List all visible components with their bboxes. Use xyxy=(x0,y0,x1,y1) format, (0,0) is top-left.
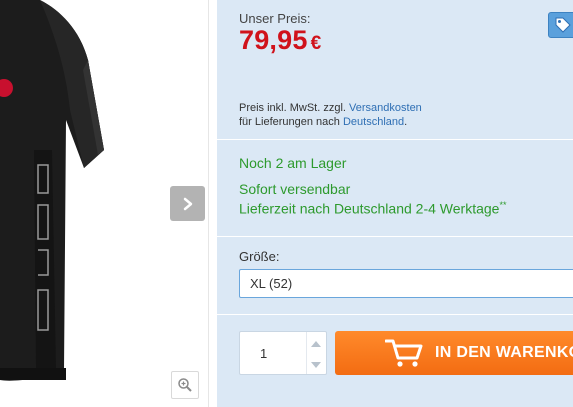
stock-status: Noch 2 am Lager xyxy=(239,155,347,171)
next-image-button[interactable] xyxy=(170,186,205,221)
delivery-footnote: ** xyxy=(499,200,507,210)
size-label: Größe: xyxy=(239,249,280,264)
add-to-cart-label: IN DEN WARENKORB xyxy=(435,344,573,361)
gallery-divider xyxy=(208,0,209,407)
quantity-increase-button[interactable] xyxy=(306,334,326,353)
price-tag-icon xyxy=(555,17,571,33)
price-tag-button[interactable] xyxy=(548,12,573,38)
chevron-right-icon xyxy=(183,197,192,210)
quantity-decrease-button[interactable] xyxy=(306,355,326,374)
zoom-in-icon xyxy=(178,378,192,392)
section-divider xyxy=(217,139,573,140)
shipping-status: Sofort versendbar xyxy=(239,181,351,197)
vat-prefix: Preis inkl. MwSt. zzgl. xyxy=(239,102,346,114)
price-label: Unser Preis: xyxy=(239,11,311,26)
product-image-area xyxy=(0,0,210,407)
price-currency: € xyxy=(310,33,322,54)
zoom-button[interactable] xyxy=(171,371,199,399)
section-divider xyxy=(217,314,573,315)
country-link[interactable]: Deutschland xyxy=(343,116,404,128)
quantity-stepper[interactable]: 1 xyxy=(239,331,327,375)
cart-icon xyxy=(385,338,423,368)
shipping-costs-link[interactable]: Versandkosten xyxy=(349,102,422,114)
quantity-value[interactable]: 1 xyxy=(260,346,267,361)
price: 79,95 € xyxy=(239,25,321,56)
add-to-cart-button[interactable]: IN DEN WARENKORB xyxy=(335,331,573,375)
vat-info: Preis inkl. MwSt. zzgl. Versandkosten fü… xyxy=(239,101,422,129)
caret-down-icon xyxy=(311,361,321,368)
section-divider xyxy=(217,236,573,237)
price-value: 79,95 xyxy=(239,25,308,55)
size-select[interactable]: XL (52) xyxy=(239,269,573,298)
country-suffix: . xyxy=(404,116,408,128)
buy-box: Unser Preis: 79,95 € Preis inkl. MwSt. zz… xyxy=(217,0,573,407)
delivery-prefix: für Lieferungen nach xyxy=(239,116,340,128)
caret-up-icon xyxy=(311,340,321,347)
delivery-time-text: Lieferzeit nach Deutschland 2-4 Werktage xyxy=(239,200,500,217)
delivery-time: Lieferzeit nach Deutschland 2-4 Werktage… xyxy=(239,200,506,217)
